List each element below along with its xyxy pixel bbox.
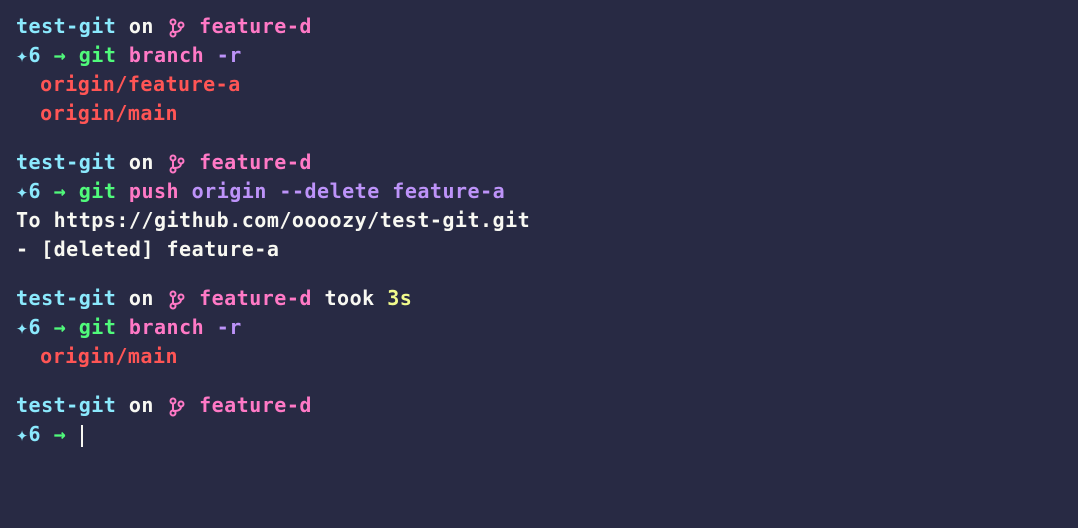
on-label: on (129, 150, 154, 174)
command-flag: -r (217, 43, 242, 67)
command-line: ✦6 → git branch -r (16, 313, 1062, 342)
repo-name: test-git (16, 393, 116, 417)
output-line: origin/main (16, 342, 1062, 371)
output-line: origin/main (16, 99, 1062, 128)
prompt-line: test-git on feature-d took 3s (16, 284, 1062, 313)
repo-name: test-git (16, 286, 116, 310)
output-line: - [deleted] feature-a (16, 235, 1062, 264)
prompt-arrow: → (54, 43, 67, 67)
command-block: test-git on feature-d ✦6 → (16, 391, 1062, 449)
prompt-line: test-git on feature-d (16, 391, 1062, 420)
repo-name: test-git (16, 14, 116, 38)
branch-name: feature-d (199, 393, 312, 417)
command-sub: branch (129, 43, 204, 67)
branch-name: feature-d (199, 150, 312, 174)
commit-count: ✦6 (16, 422, 41, 446)
command-line: ✦6 → git branch -r (16, 41, 1062, 70)
prompt-arrow: → (54, 315, 67, 339)
branch-name: feature-d (199, 14, 312, 38)
command-git: git (79, 43, 117, 67)
git-branch-icon (169, 289, 185, 311)
command-line[interactable]: ✦6 → (16, 420, 1062, 449)
git-branch-icon (169, 17, 185, 39)
output-line: To https://github.com/oooozy/test-git.gi… (16, 206, 1062, 235)
output-line: origin/feature-a (16, 70, 1062, 99)
commit-count: ✦6 (16, 315, 41, 339)
prompt-arrow: → (54, 179, 67, 203)
commit-count: ✦6 (16, 43, 41, 67)
prompt-line: test-git on feature-d (16, 148, 1062, 177)
on-label: on (129, 286, 154, 310)
command-line: ✦6 → git push origin --delete feature-a (16, 177, 1062, 206)
command-flag: --delete (279, 179, 379, 203)
terminal[interactable]: test-git on feature-d ✦6 → git branch -r… (16, 12, 1062, 449)
command-git: git (79, 315, 117, 339)
cursor (81, 425, 83, 447)
command-arg: feature-a (392, 179, 505, 203)
command-arg: origin (192, 179, 267, 203)
command-block: test-git on feature-d ✦6 → git branch -r… (16, 12, 1062, 128)
command-block: test-git on feature-d took 3s ✦6 → git b… (16, 284, 1062, 371)
command-sub: push (129, 179, 179, 203)
prompt-line: test-git on feature-d (16, 12, 1062, 41)
git-branch-icon (169, 153, 185, 175)
on-label: on (129, 14, 154, 38)
command-git: git (79, 179, 117, 203)
took-label: took (324, 286, 374, 310)
command-block: test-git on feature-d ✦6 → git push orig… (16, 148, 1062, 264)
branch-name: feature-d (199, 286, 312, 310)
prompt-arrow: → (54, 422, 67, 446)
command-sub: branch (129, 315, 204, 339)
on-label: on (129, 393, 154, 417)
took-time: 3s (387, 286, 412, 310)
commit-count: ✦6 (16, 179, 41, 203)
command-flag: -r (217, 315, 242, 339)
repo-name: test-git (16, 150, 116, 174)
git-branch-icon (169, 396, 185, 418)
